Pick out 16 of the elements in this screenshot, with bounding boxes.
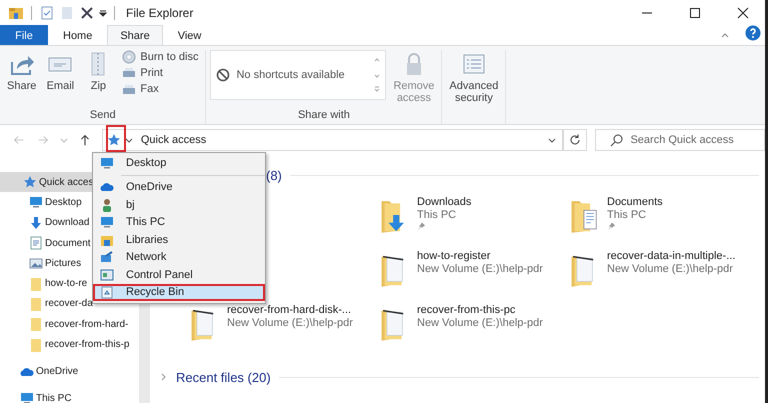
group-label: Share with xyxy=(298,109,350,123)
folder-name: recover-from-hard-disk-... xyxy=(227,304,352,316)
folder-location: New Volume (E:)\help-pdr xyxy=(227,317,353,329)
folder-location: New Volume (E:)\help-pdr xyxy=(417,263,543,275)
folder-location: New Volume (E:)\help-pdr xyxy=(607,263,734,275)
window-title: File Explorer xyxy=(126,6,194,20)
folder-location: This PC xyxy=(607,209,648,221)
folder-name: recover-data-in-multiple-... xyxy=(607,250,736,262)
folder-name: how-to-register xyxy=(417,250,492,262)
folder-name: recover-from-this-pc xyxy=(417,304,516,316)
folder-name: Downloads xyxy=(417,196,472,208)
folder-location: New Volume (E:)\help-pdr xyxy=(417,317,543,329)
folder-name: Documents xyxy=(607,196,663,208)
group-label: Send xyxy=(90,109,116,123)
list-message: No shortcuts available xyxy=(236,69,345,81)
folder-location: This PC xyxy=(417,209,458,221)
